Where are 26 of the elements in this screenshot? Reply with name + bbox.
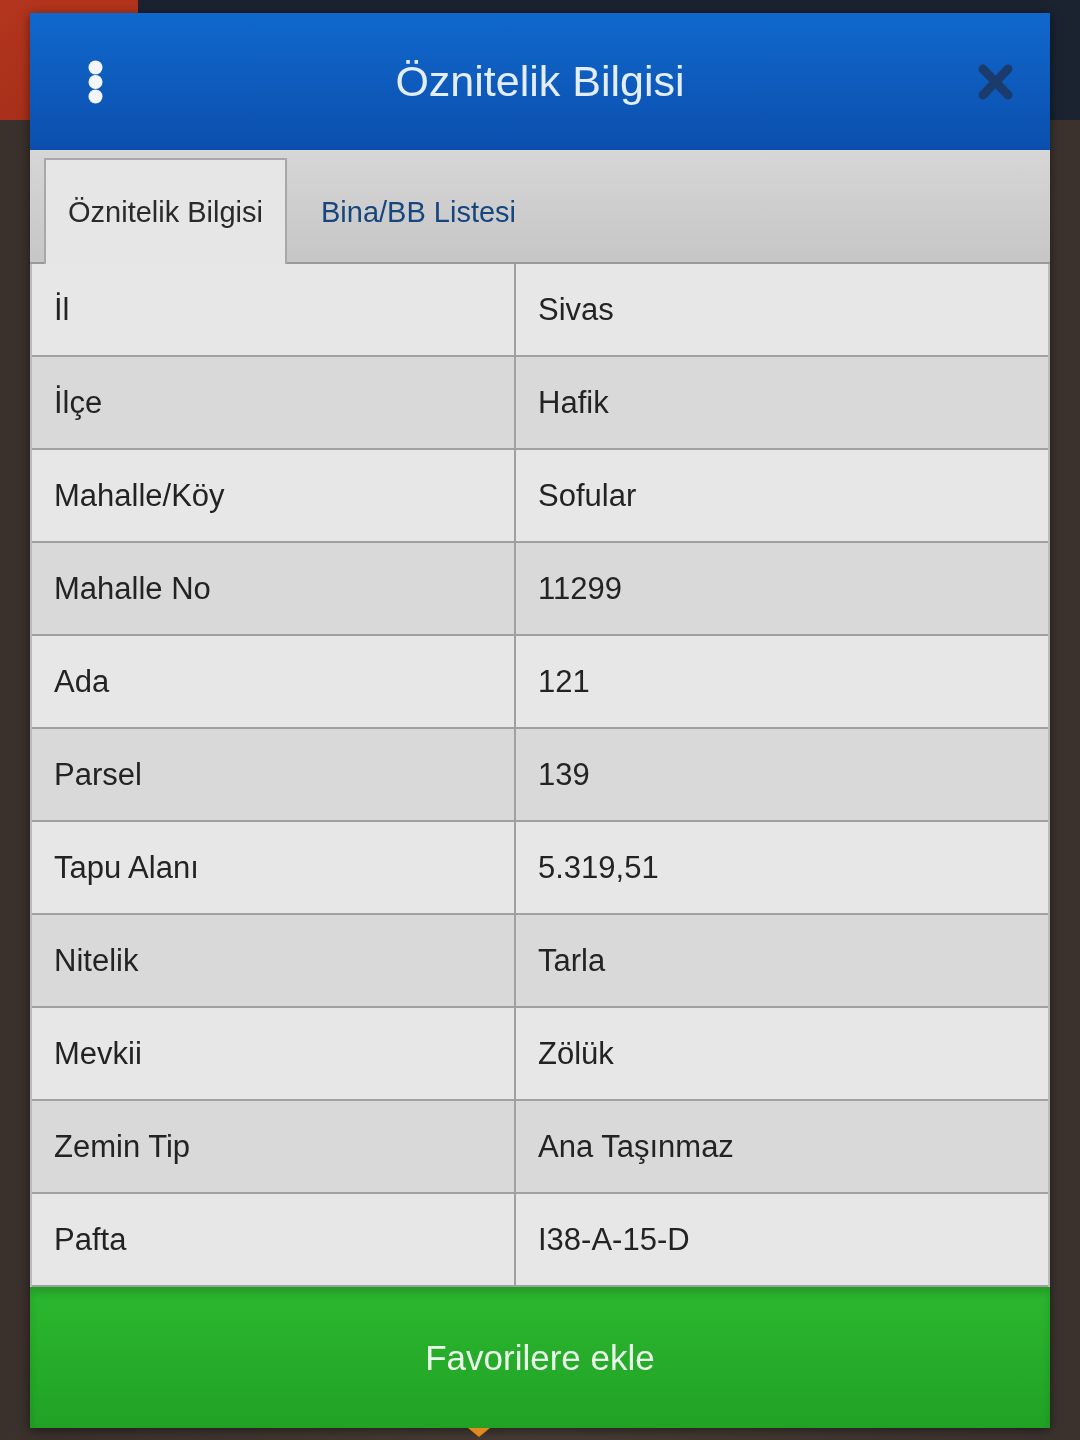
attribute-value-cell: I38-A-15-D [516, 1194, 1048, 1287]
attribute-value-cell: Sivas [516, 264, 1048, 357]
attribute-value-cell: 5.319,51 [516, 822, 1048, 915]
attribute-value-cell: Tarla [516, 915, 1048, 1008]
attribute-value-cell: 139 [516, 729, 1048, 822]
attribute-value-cell: Hafik [516, 357, 1048, 450]
attribute-name-cell: Parsel [32, 729, 516, 822]
attribute-name-cell: İl [32, 264, 516, 357]
more-menu-icon[interactable] [87, 59, 104, 104]
attribute-value-cell: 121 [516, 636, 1048, 729]
attribute-value-cell: Ana Taşınmaz [516, 1101, 1048, 1194]
tab[interactable]: Öznitelik Bilgisi [44, 158, 287, 264]
attribute-name-cell: Tapu Alanı [32, 822, 516, 915]
tab[interactable]: Bina/BB Listesi [287, 158, 551, 264]
attribute-value-cell: Sofular [516, 450, 1048, 543]
attribute-name-cell: Ada [32, 636, 516, 729]
attribute-value-cell: 11299 [516, 543, 1048, 636]
attribute-name-cell: İlçe [32, 357, 516, 450]
attribute-name-cell: Mahalle/Köy [32, 450, 516, 543]
dialog-title: Öznitelik Bilgisi [394, 57, 686, 106]
attribute-value-cell: Zölük [516, 1008, 1048, 1101]
attribute-name-cell: Mahalle No [32, 543, 516, 636]
attribute-name-cell: Nitelik [32, 915, 516, 1008]
attribute-name-cell: Zemin Tip [32, 1101, 516, 1194]
attribute-name-cell: Mevkii [32, 1008, 516, 1101]
attribute-name-cell: Pafta [32, 1194, 516, 1287]
